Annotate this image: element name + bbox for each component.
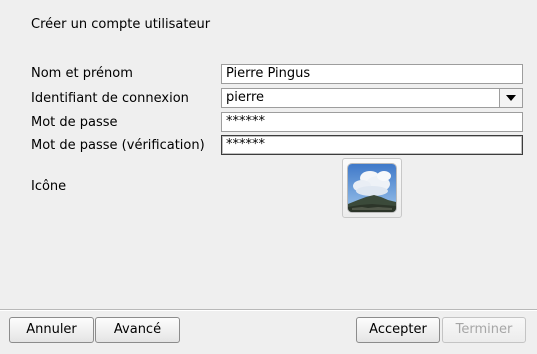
password-value: ******	[226, 114, 265, 129]
avatar-icon-button[interactable]	[342, 158, 402, 218]
password-label: Mot de passe	[31, 115, 118, 130]
chevron-down-icon	[506, 95, 516, 101]
password-confirm-field[interactable]: ******	[221, 135, 523, 155]
login-value: pierre	[226, 90, 265, 105]
password-confirm-value: ******	[226, 137, 265, 152]
full-name-label: Nom et prénom	[31, 66, 133, 81]
cancel-button[interactable]: Annuler	[9, 317, 94, 343]
icon-label: Icône	[31, 179, 67, 194]
password-field[interactable]: ******	[221, 112, 523, 132]
full-name-value: Pierre Pingus	[226, 66, 311, 81]
login-dropdown-button[interactable]	[499, 89, 522, 107]
dialog-title: Créer un compte utilisateur	[31, 17, 211, 32]
landscape-avatar-icon	[348, 164, 396, 212]
finish-button[interactable]: Terminer	[442, 317, 526, 343]
login-label: Identifiant de connexion	[31, 91, 189, 106]
accept-button[interactable]: Accepter	[356, 317, 440, 343]
password-confirm-label: Mot de passe (vérification)	[31, 138, 205, 153]
button-row-separator	[0, 309, 537, 311]
advanced-button[interactable]: Avancé	[95, 317, 180, 343]
full-name-field[interactable]: Pierre Pingus	[221, 64, 523, 84]
login-combobox[interactable]: pierre	[221, 88, 523, 108]
create-user-dialog: Créer un compte utilisateur Nom et préno…	[0, 0, 537, 354]
